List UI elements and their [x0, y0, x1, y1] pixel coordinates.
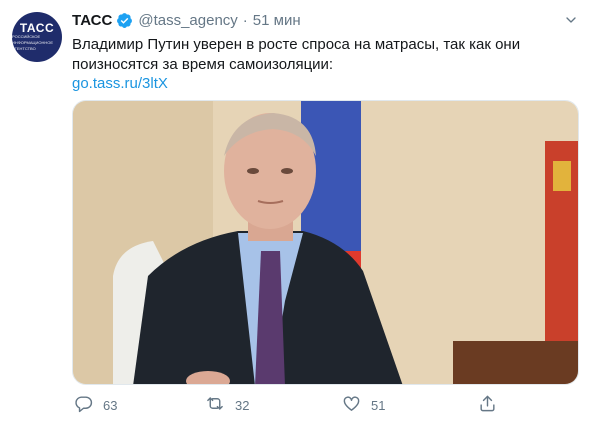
like-button[interactable]: 51	[342, 394, 385, 416]
tweet-time[interactable]: 51 мин	[253, 12, 301, 29]
verified-badge-icon	[116, 12, 133, 29]
tweet-actions: 63 32 51	[72, 394, 512, 418]
tweet-photo[interactable]	[72, 100, 579, 385]
retweet-icon	[205, 394, 225, 416]
photo-desk	[453, 341, 578, 384]
tweet-link[interactable]: go.tass.ru/3ltX	[72, 74, 168, 94]
reply-button[interactable]: 63	[74, 394, 117, 416]
avatar-logo-text: ТАСС	[19, 21, 55, 35]
tweet-header: ТАСС @tass_agency · 51 мин	[72, 10, 579, 30]
tweet-card[interactable]: ТАСС РОССИЙСКОЕ ИНФОРМАЦИОННОЕ АГЕНТСТВО…	[0, 0, 593, 423]
separator-dot: ·	[242, 11, 248, 29]
retweet-button[interactable]: 32	[205, 394, 249, 416]
account-name[interactable]: ТАСС	[72, 12, 112, 29]
avatar[interactable]: ТАСС РОССИЙСКОЕ ИНФОРМАЦИОННОЕ АГЕНТСТВО	[12, 12, 62, 62]
account-handle[interactable]: @tass_agency	[138, 12, 237, 29]
heart-icon	[342, 394, 361, 416]
share-button[interactable]	[478, 394, 497, 416]
avatar-logo-subtext: РОССИЙСКОЕ ИНФОРМАЦИОННОЕ АГЕНТСТВО	[12, 34, 54, 51]
tweet-text: Владимир Путин уверен в росте спроса на …	[72, 36, 521, 73]
chevron-down-icon[interactable]	[563, 12, 579, 28]
reply-count: 63	[103, 397, 118, 413]
share-icon	[478, 394, 497, 416]
retweet-count: 32	[235, 397, 250, 413]
like-count: 51	[371, 397, 386, 413]
reply-icon	[74, 394, 93, 416]
